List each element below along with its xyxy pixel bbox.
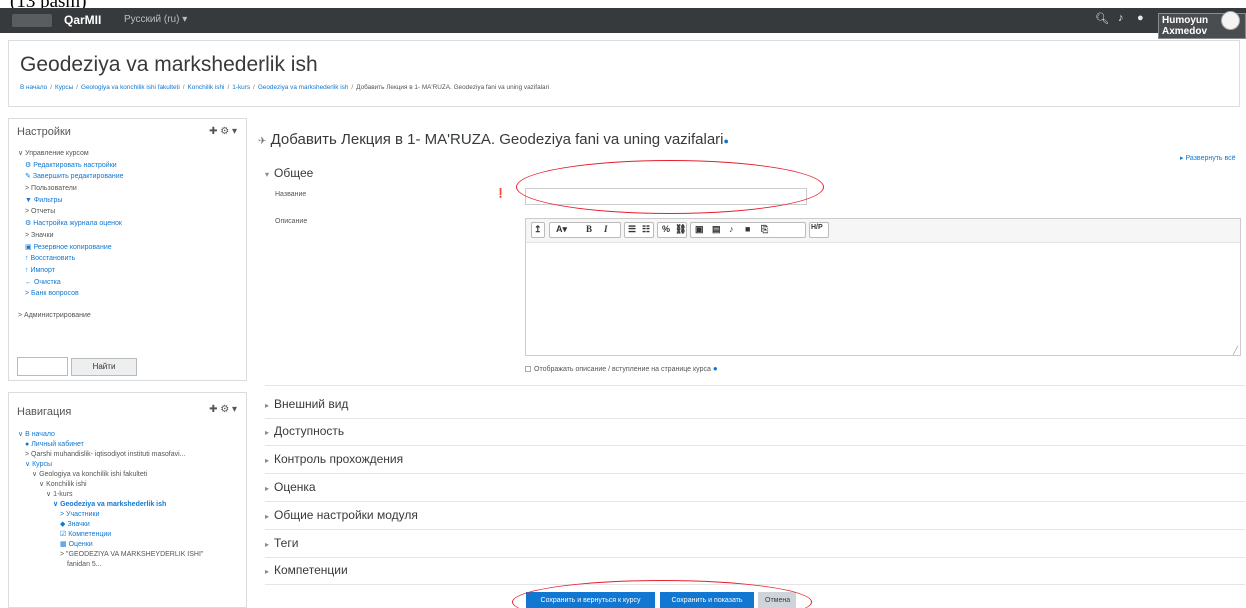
search-icon[interactable]: 🔍︎	[1095, 12, 1109, 25]
name-label: Название	[275, 191, 307, 198]
page-title: ✈ Добавить Лекция в 1- MA'RUZA. Geodeziy…	[258, 131, 729, 148]
tree-item[interactable]: ⚙ Редактировать настройки	[18, 160, 124, 172]
show-description-checkbox[interactable]: Отображать описание / вступление на стра…	[525, 364, 718, 373]
toolbar-style-button[interactable]: A▾	[556, 224, 567, 235]
editor-toolbar: ↥ A▾ B I ☰ ☷ % ⛓ ▣ ▤ ♪ ■ ⎘ H/P	[526, 219, 1240, 243]
settings-tree: ∨ Управление курсом ⚙ Редактировать наст…	[18, 148, 124, 322]
toolbar-record-video-button[interactable]: ■	[745, 224, 750, 234]
breadcrumb-item[interactable]: Konchilik ishi	[188, 84, 225, 91]
avatar[interactable]	[1221, 11, 1240, 30]
section-competencies[interactable]: ▸ Компетенции	[265, 563, 348, 577]
settings-block: Настройки ✚ ⚙ ▾ ∨ Управление курсом ⚙ Ре…	[8, 118, 247, 381]
tree-item[interactable]: ● Личный кабинет	[18, 440, 203, 450]
tree-item[interactable]: ✎ Завершить редактирование	[18, 171, 124, 183]
top-navbar: QarMII Русский (ru) ▾ 🔍︎ ♪ ● Humoyun Axm…	[0, 8, 1246, 39]
resize-handle-icon[interactable]: ╱	[1233, 346, 1238, 355]
tree-item[interactable]: ◆ Значки	[18, 520, 203, 530]
tree-item[interactable]: ▦ Оценки	[18, 540, 203, 550]
breadcrumb-item[interactable]: 1-kurs	[232, 84, 250, 91]
tree-item[interactable]: ↑ Импорт	[18, 265, 124, 277]
help-icon[interactable]: ●	[713, 364, 718, 373]
tree-item[interactable]: > "GEODEZIYA VA MARKSHEYDERLIK ISHI"	[18, 550, 203, 560]
tree-item-current[interactable]: ∨ Geodeziya va markshederlik ish	[18, 500, 203, 510]
tree-item[interactable]: ▣ Резервное копирование	[18, 242, 124, 254]
lecture-icon: ✈	[258, 136, 267, 147]
navigation-block: Навигация ✚ ⚙ ▾ ∨ В начало ● Личный каби…	[8, 392, 247, 608]
tree-item[interactable]: > Qarshi muhandislik- iqtisodiyot instit…	[18, 450, 203, 460]
toolbar-h5p-button[interactable]: H/P	[811, 224, 823, 231]
tree-item[interactable]: ↑ Восстановить	[18, 253, 124, 265]
expand-all-link[interactable]: ▸ Развернуть всё	[1180, 154, 1236, 162]
toolbar-manage-files-button[interactable]: ⎘	[761, 224, 768, 235]
tree-item[interactable]: fanidan 5...	[18, 560, 203, 570]
help-icon[interactable]: ●	[724, 136, 729, 146]
tree-item[interactable]: ∨ Управление курсом	[18, 148, 124, 160]
tree-item[interactable]: ∨ 1-kurs	[18, 490, 203, 500]
navigation-block-title: Навигация	[17, 406, 72, 418]
section-common-module-settings[interactable]: ▸ Общие настройки модуля	[265, 508, 418, 522]
breadcrumb-item[interactable]: Geologiya va konchilik ishi fakulteti	[81, 84, 180, 91]
tree-item[interactable]: ∨ В начало	[18, 430, 203, 440]
tree-item[interactable]: > Банк вопросов	[18, 288, 124, 300]
breadcrumb-item[interactable]: Geodeziya va markshederlik ish	[258, 84, 349, 91]
tree-item[interactable]: > Участники	[18, 510, 203, 520]
tree-item[interactable]: ∨ Geologiya va konchilik ishi fakulteti	[18, 470, 203, 480]
tree-item[interactable]: ▼ Фильтры	[18, 195, 124, 207]
breadcrumb-current: Добавить Лекция в 1- MA'RUZA. Geodeziya …	[356, 84, 550, 91]
annotation-circle	[516, 160, 824, 214]
toolbar-image-button[interactable]: ▣	[695, 224, 704, 235]
description-editor[interactable]: ↥ A▾ B I ☰ ☷ % ⛓ ▣ ▤ ♪ ■ ⎘ H/P ╱	[525, 218, 1241, 356]
description-label: Описание	[275, 218, 308, 225]
toolbar-numbered-list-button[interactable]: ☷	[642, 224, 650, 235]
tree-item[interactable]: > Значки	[18, 230, 124, 242]
required-icon: ❗	[495, 188, 507, 198]
tree-item[interactable]: ⚙ Настройка журнала оценок	[18, 218, 124, 230]
course-title: Geodeziya va markshederlik ish	[20, 53, 318, 76]
toolbar-bullet-list-button[interactable]: ☰	[628, 224, 636, 235]
toolbar-italic-button[interactable]: I	[604, 224, 608, 234]
toolbar-collapse-button[interactable]: ↥	[534, 224, 542, 235]
section-availability[interactable]: ▸ Доступность	[265, 424, 344, 438]
site-logo[interactable]	[12, 14, 52, 27]
toolbar-unlink-button[interactable]: ⛓	[675, 224, 686, 235]
section-grade[interactable]: ▸ Оценка	[265, 480, 316, 494]
tree-item-admin[interactable]: > Администрирование	[18, 310, 124, 322]
block-controls[interactable]: ✚ ⚙ ▾	[209, 404, 237, 415]
section-appearance[interactable]: ▸ Внешний вид	[265, 397, 348, 411]
navigation-tree: ∨ В начало ● Личный кабинет > Qarshi muh…	[18, 430, 203, 570]
section-completion[interactable]: ▸ Контроль прохождения	[265, 452, 403, 466]
breadcrumb-item[interactable]: Курсы	[55, 84, 73, 91]
tree-item[interactable]: ∨ Курсы	[18, 460, 203, 470]
section-tags[interactable]: ▸ Теги	[265, 536, 298, 550]
site-name[interactable]: QarMII	[64, 13, 101, 27]
tree-item[interactable]: > Отчеты	[18, 206, 124, 218]
toolbar-media-button[interactable]: ▤	[712, 224, 721, 235]
toolbar-record-audio-button[interactable]: ♪	[729, 224, 734, 234]
tree-item[interactable]: ∨ Konchilik ishi	[18, 480, 203, 490]
bell-icon[interactable]: ♪	[1118, 12, 1124, 24]
settings-block-title: Настройки	[17, 126, 71, 138]
page-header: Geodeziya va markshederlik ish В начало /…	[8, 40, 1240, 107]
section-general[interactable]: ▾ Общее	[265, 166, 313, 180]
block-controls[interactable]: ✚ ⚙ ▾	[209, 126, 237, 137]
toolbar-bold-button[interactable]: B	[586, 224, 592, 234]
tree-item[interactable]: > Пользователи	[18, 183, 124, 195]
tree-item[interactable]: ☑ Компетенции	[18, 530, 203, 540]
tree-item[interactable]: ← Очистка	[18, 277, 124, 289]
chat-icon[interactable]: ●	[1137, 12, 1144, 24]
breadcrumb: В начало / Курсы / Geologiya va konchilik is…	[20, 84, 550, 91]
toolbar-link-button[interactable]: %	[662, 224, 670, 234]
language-menu[interactable]: Русский (ru) ▾	[124, 14, 187, 25]
breadcrumb-item[interactable]: В начало	[20, 84, 47, 91]
block-search-input[interactable]	[17, 357, 68, 376]
block-search-button[interactable]: Найти	[71, 358, 137, 376]
